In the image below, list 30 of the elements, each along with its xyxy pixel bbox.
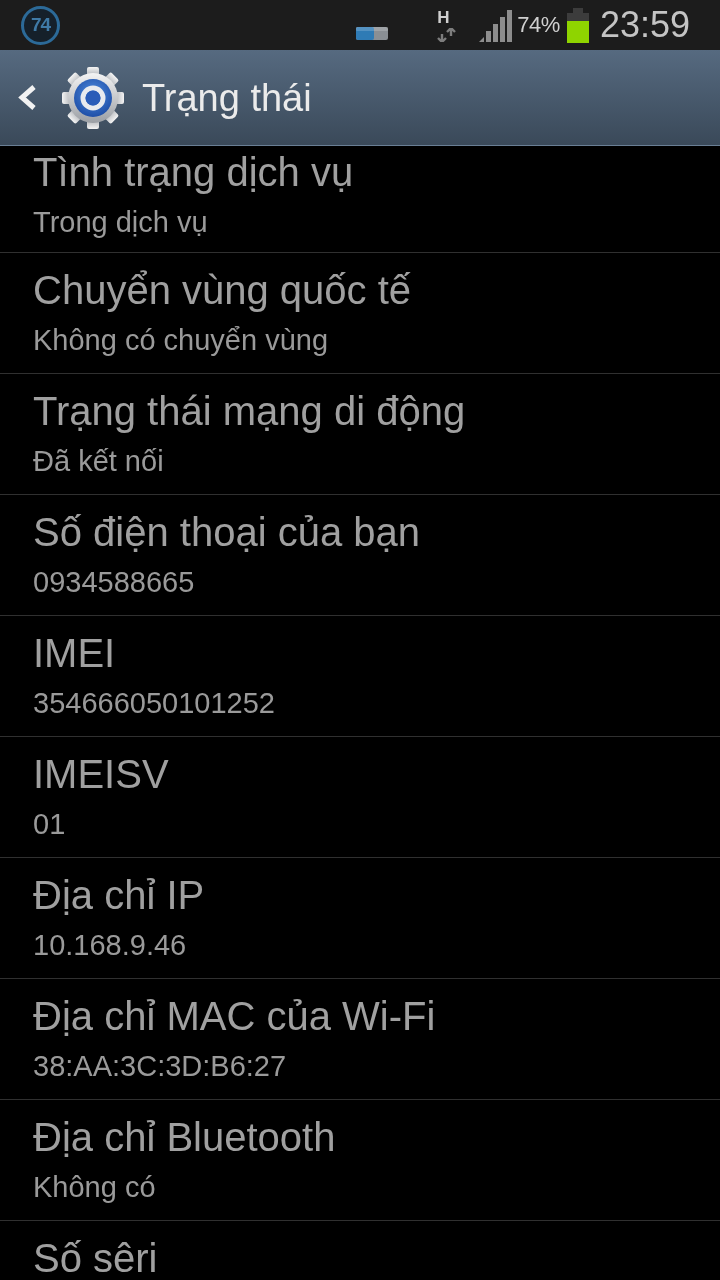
network-type-label: H	[437, 8, 450, 26]
item-value: Không có chuyển vùng	[33, 323, 329, 357]
signal-icon	[479, 10, 513, 42]
battery-percent: 74%	[517, 12, 560, 38]
item-value: 38:AA:3C:3D:B6:27	[33, 1049, 287, 1083]
item-value: 01	[33, 807, 66, 841]
clock-time: 23:59	[599, 5, 690, 45]
up-down-arrows-icon	[437, 27, 458, 42]
item-title: IMEISV	[33, 752, 169, 796]
back-icon[interactable]	[17, 84, 38, 111]
item-value: Không có	[33, 1170, 156, 1204]
item-value: 0934588665	[33, 565, 195, 599]
item-title: Địa chỉ MAC của Wi-Fi	[33, 994, 436, 1038]
item-title: Địa chỉ Bluetooth	[33, 1115, 336, 1159]
battery-bar-icon	[356, 26, 389, 40]
item-value: 10.168.9.46	[33, 928, 187, 962]
item-value: Đã kết nối	[33, 444, 164, 478]
battery-icon	[566, 7, 589, 43]
item-title: Số điện thoại của bạn	[33, 510, 420, 554]
counter-ring-badge: 74	[21, 5, 60, 45]
item-title: Địa chỉ IP	[33, 873, 205, 917]
screen-title: Trạng thái	[142, 75, 312, 120]
item-title: Tình trạng dịch vụ	[33, 150, 354, 194]
item-title: IMEI	[33, 631, 116, 675]
item-value: 354666050101252	[33, 686, 275, 720]
gear-icon	[62, 66, 124, 129]
item-title: Chuyển vùng quốc tế	[33, 268, 412, 312]
item-title: Trạng thái mạng di động	[33, 389, 466, 433]
item-title: Số sêri	[33, 1236, 158, 1280]
item-value: Trong dịch vụ	[33, 205, 208, 239]
